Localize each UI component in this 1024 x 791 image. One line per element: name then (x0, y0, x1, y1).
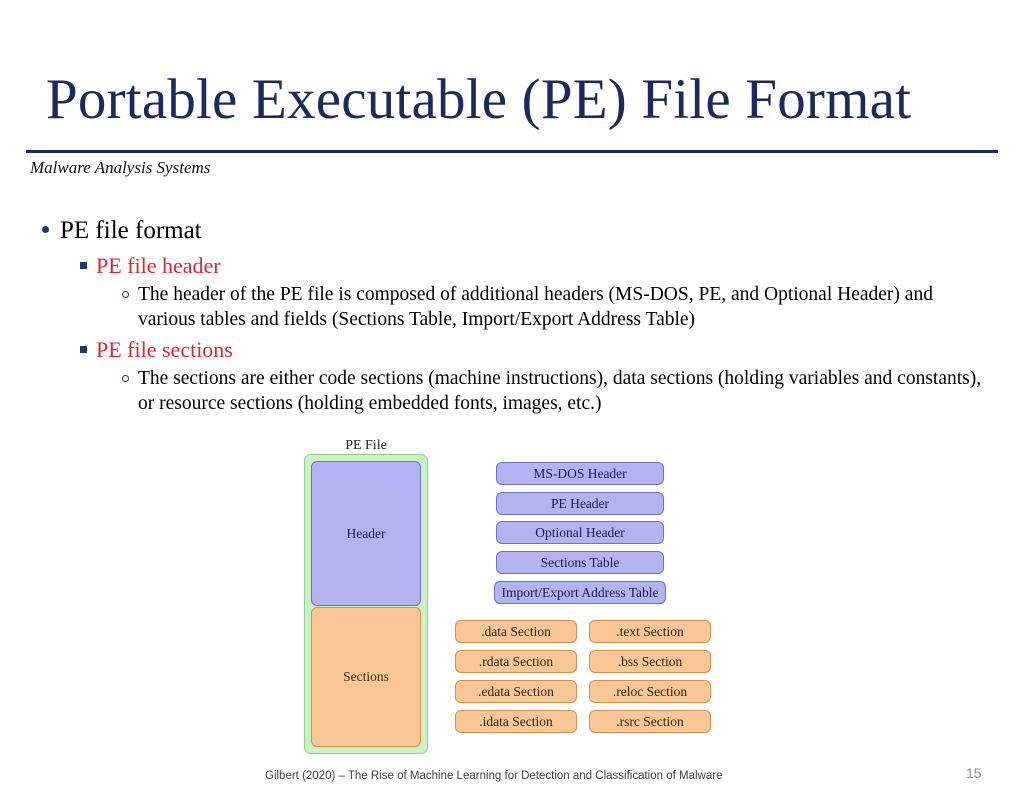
section-part-edata: .edata Section (455, 680, 577, 703)
header-part-label: Sections Table (540, 554, 620, 570)
page-number: 15 (966, 765, 982, 781)
bullet-level2-label: PE file sections (96, 337, 233, 362)
bullet-level3-label: The sections are either code sections (m… (138, 368, 982, 414)
header-part-sections-table: Sections Table (496, 551, 664, 574)
disc-bullet-icon (30, 216, 60, 233)
section-part-label: .reloc Section (612, 683, 688, 699)
bullet-level1-label: PE file format (60, 217, 202, 244)
section-part-label: .text Section (616, 623, 684, 639)
section-part-label: .idata Section (479, 713, 553, 729)
diagram-block-sections-label: Sections (343, 669, 389, 684)
diagram-block-sections: Sections (311, 607, 421, 747)
section-part-label: .rdata Section (478, 653, 554, 669)
bullet-level3-sections-description: The sections are either code sections (m… (30, 366, 990, 416)
section-part-bss: .bss Section (589, 650, 711, 673)
bullet-level2-pe-file-header: PE file header (30, 252, 990, 280)
header-part-ms-dos-header: MS-DOS Header (496, 462, 664, 485)
square-bullet-icon (70, 252, 96, 269)
section-part-text: .text Section (589, 620, 711, 643)
diagram-block-header: Header (311, 461, 421, 606)
section-part-label: .rsrc Section (616, 713, 684, 729)
header-part-label: PE Header (550, 495, 610, 511)
bullet-level2-label: PE file header (96, 253, 221, 278)
circle-bullet-icon (112, 282, 138, 298)
header-part-label: MS-DOS Header (533, 465, 627, 481)
title-divider (26, 150, 998, 153)
section-part-data: .data Section (455, 620, 577, 643)
bullet-level3-label: The header of the PE file is composed of… (138, 284, 933, 330)
bullet-level3-header-description: The header of the PE file is composed of… (30, 282, 990, 332)
section-part-label: .bss Section (617, 653, 683, 669)
slide-subtitle: Malware Analysis Systems (30, 158, 211, 177)
header-part-import-export-address-table: Import/Export Address Table (494, 581, 666, 604)
section-part-rsrc: .rsrc Section (589, 710, 711, 733)
bullet-level2-pe-file-sections: PE file sections (30, 336, 990, 364)
section-part-label: .edata Section (478, 683, 554, 699)
header-part-label: Optional Header (535, 524, 625, 540)
square-bullet-icon (70, 336, 96, 353)
section-part-label: .data Section (481, 623, 551, 639)
bullet-level1-pe-file-format: PE file format (30, 216, 990, 246)
footer-citation: Gilbert (2020) – The Rise of Machine Lea… (265, 770, 723, 782)
pe-file-caption: PE File (345, 438, 387, 453)
header-part-pe-header: PE Header (496, 492, 664, 515)
header-part-optional-header: Optional Header (496, 521, 664, 544)
section-part-rdata: .rdata Section (455, 650, 577, 673)
bullet-list: PE file format PE file header The header… (30, 216, 990, 420)
circle-bullet-icon (112, 366, 138, 382)
page-title: Portable Executable (PE) File Format (46, 68, 912, 131)
diagram-block-header-label: Header (346, 525, 386, 541)
section-part-reloc: .reloc Section (589, 680, 711, 703)
header-part-label: Import/Export Address Table (501, 584, 659, 600)
section-part-idata: .idata Section (455, 710, 577, 733)
